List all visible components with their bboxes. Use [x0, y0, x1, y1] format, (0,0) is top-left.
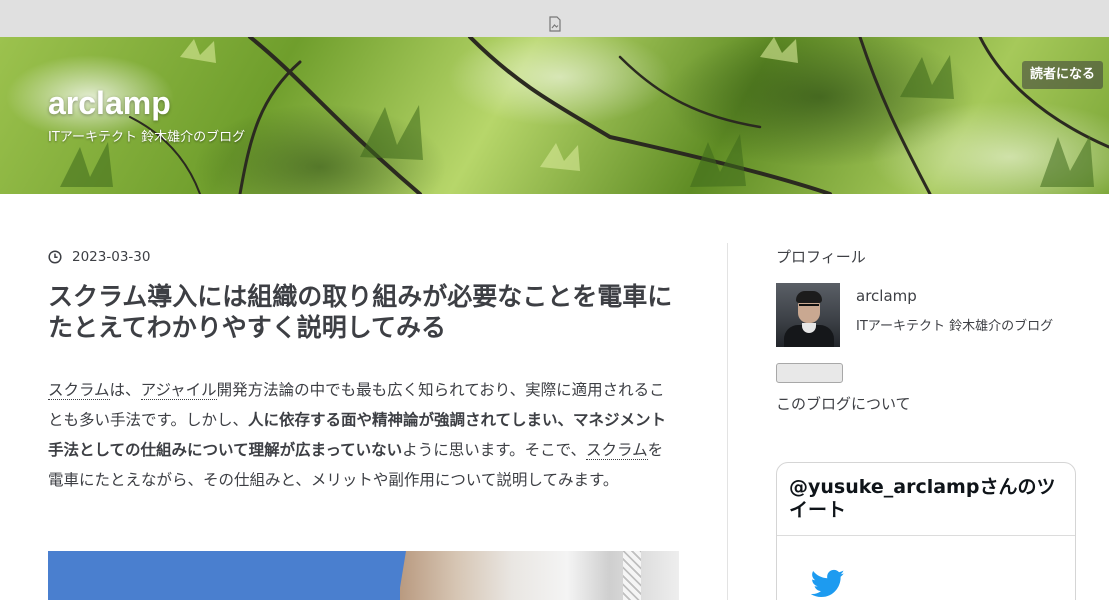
subscribe-button[interactable]: 読者になる — [1021, 61, 1103, 89]
twitter-widget: @yusuke_arclampさんのツイート — [776, 462, 1076, 600]
image-diagonal — [398, 551, 406, 600]
image-pole — [623, 551, 641, 600]
entry-body: スクラムは、アジャイル開発方法論の中でも最も広く知られており、実際に適用されるこ… — [48, 375, 678, 495]
clock-icon — [48, 250, 62, 264]
twitter-bird-icon[interactable] — [811, 569, 845, 599]
document-icon[interactable] — [548, 16, 562, 32]
keyword-link-scrum[interactable]: スクラム — [48, 381, 110, 400]
site-description: ITアーキテクト 鈴木雄介のブログ — [48, 130, 246, 145]
avatar-hair — [796, 291, 822, 303]
entry-date[interactable]: 2023-03-30 — [48, 249, 150, 265]
site-title[interactable]: arclamp — [48, 85, 171, 122]
image-blue-panel — [48, 551, 404, 600]
keyword-link-scrum[interactable]: スクラム — [586, 441, 648, 460]
avatar-glasses — [799, 304, 819, 309]
twitter-widget-title[interactable]: @yusuke_arclampさんのツイート — [789, 476, 1065, 522]
body-text: ように思います。そこで、 — [402, 441, 587, 459]
browser-toolbar — [0, 0, 1109, 37]
follow-button[interactable] — [776, 363, 843, 383]
twitter-widget-divider — [777, 535, 1075, 536]
body-text: は、 — [109, 381, 141, 399]
about-blog-link[interactable]: このブログについて — [776, 393, 911, 414]
avatar[interactable] — [776, 283, 840, 347]
column-divider — [727, 243, 728, 600]
keyword-link-agile[interactable]: アジャイル — [140, 381, 217, 400]
entry-date-text: 2023-03-30 — [72, 249, 151, 265]
entry-title[interactable]: スクラム導入には組織の取り組みが必要なことを電車にたとえてわかりやすく説明してみ… — [48, 281, 678, 343]
profile-name[interactable]: arclamp — [856, 287, 917, 305]
header-banner: arclamp ITアーキテクト 鈴木雄介のブログ 読者になる — [0, 37, 1109, 194]
profile-heading: プロフィール — [776, 248, 866, 266]
profile-description: ITアーキテクト 鈴木雄介のブログ — [856, 319, 1054, 334]
entry-image — [48, 551, 679, 600]
